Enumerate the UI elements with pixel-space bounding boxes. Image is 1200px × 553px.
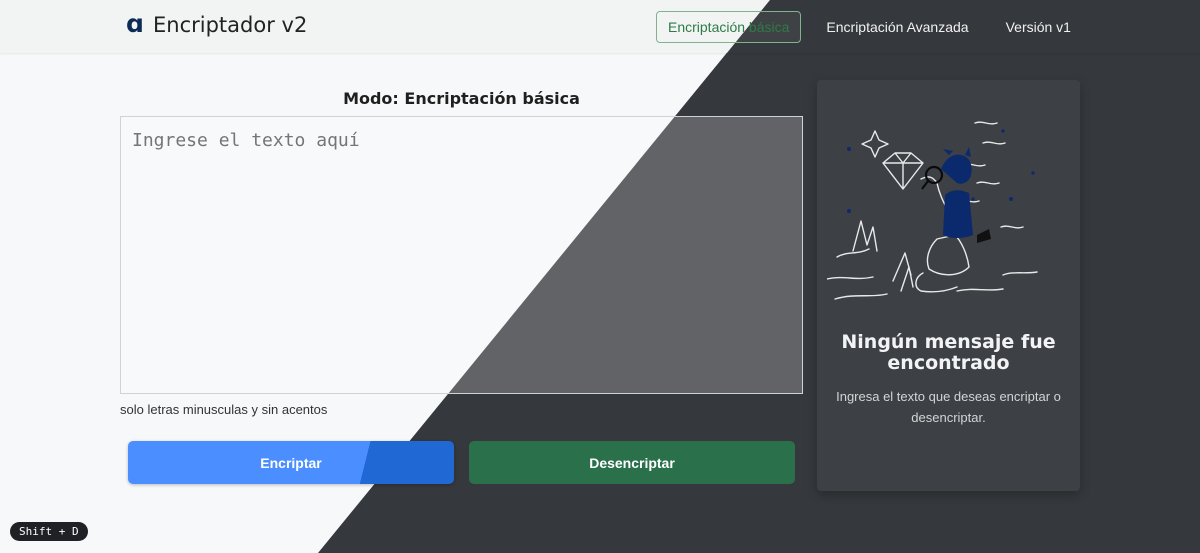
searching-person-illustration — [827, 121, 1038, 300]
result-card: Ningún mensaje fue encontrado Ingresa el… — [817, 80, 1080, 491]
a-logo-icon: ɑ — [126, 9, 144, 38]
nav-link-basic-encryption[interactable]: Encriptación básica — [656, 11, 802, 43]
empty-state-title: Ningún mensaje fue encontrado — [841, 331, 1056, 374]
brand[interactable]: ɑ Encriptador v2 — [126, 9, 308, 38]
brand-title: Encriptador v2 — [153, 13, 308, 37]
nav-link-advanced-encryption[interactable]: Encriptación Avanzada — [814, 11, 980, 43]
keyboard-shortcut-badge: Shift + D — [10, 522, 88, 541]
nav-link-version-v1[interactable]: Versión v1 — [994, 11, 1083, 43]
main-nav: Encriptación básica Encriptación Avanzad… — [656, 11, 1096, 43]
input-hint: solo letras minusculas y sin acentos — [120, 402, 328, 417]
mode-title: Modo: Encriptación básica — [343, 89, 580, 108]
navbar: ɑ Encriptador v2 Encriptación básica Enc… — [0, 0, 1200, 53]
text-input[interactable] — [120, 116, 803, 394]
encrypt-button[interactable]: Encriptar — [128, 441, 454, 484]
decrypt-button[interactable]: Desencriptar — [469, 441, 795, 484]
nav-link-label: Encriptación básica — [668, 19, 790, 35]
empty-state-text: Ingresa el texto que deseas encriptar o … — [836, 389, 1061, 425]
